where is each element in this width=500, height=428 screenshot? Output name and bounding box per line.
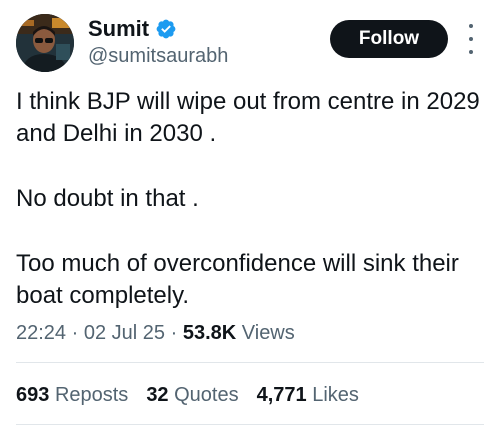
profile-photo-icon: [16, 14, 74, 72]
author-name-row: Sumit: [88, 16, 177, 42]
tweet-paragraph: No doubt in that .: [16, 185, 199, 212]
likes-stat[interactable]: 4,771 Likes: [257, 381, 359, 409]
reposts-label: Reposts: [54, 384, 129, 406]
tweet-paragraph: Too much of overconfidence will sink the…: [16, 250, 459, 309]
reposts-count: 693: [16, 384, 50, 406]
tweet-time[interactable]: 22:24: [16, 322, 66, 344]
meta-separator: ·: [71, 322, 79, 344]
likes-count: 4,771: [256, 384, 307, 406]
author-handle[interactable]: @sumitsaurabh: [88, 44, 228, 68]
tweet-stats: 693 Reposts 32 Quotes 4,771 Likes: [16, 381, 359, 409]
tweet-text: I think BJP will wipe out from centre in…: [16, 86, 486, 312]
views-count[interactable]: 53.8K: [183, 322, 236, 344]
tweet-card: Sumit @sumitsaurabh Follow I think BJP w…: [0, 0, 500, 428]
more-dot: [469, 50, 473, 54]
quotes-stat[interactable]: 32 Quotes: [146, 381, 238, 409]
reposts-stat[interactable]: 693 Reposts: [16, 381, 128, 409]
views-label: Views: [241, 322, 295, 344]
divider: [16, 424, 484, 425]
tweet-meta: 22:24 · 02 Jul 25 · 53.8K Views: [16, 319, 295, 347]
divider: [16, 362, 484, 363]
tweet-paragraph: I think BJP will wipe out from centre in…: [16, 88, 480, 147]
meta-separator: ·: [170, 322, 178, 344]
tweet-date[interactable]: 02 Jul 25: [84, 322, 165, 344]
more-dot: [469, 37, 473, 41]
more-options-icon[interactable]: [464, 24, 478, 54]
author-avatar[interactable]: [16, 14, 74, 72]
author-display-name[interactable]: Sumit: [88, 16, 149, 42]
more-dot: [469, 24, 473, 28]
likes-label: Likes: [312, 384, 359, 406]
follow-button[interactable]: Follow: [330, 20, 448, 58]
quotes-label: Quotes: [174, 384, 239, 406]
verified-badge-icon: [156, 19, 176, 39]
quotes-count: 32: [146, 384, 169, 406]
